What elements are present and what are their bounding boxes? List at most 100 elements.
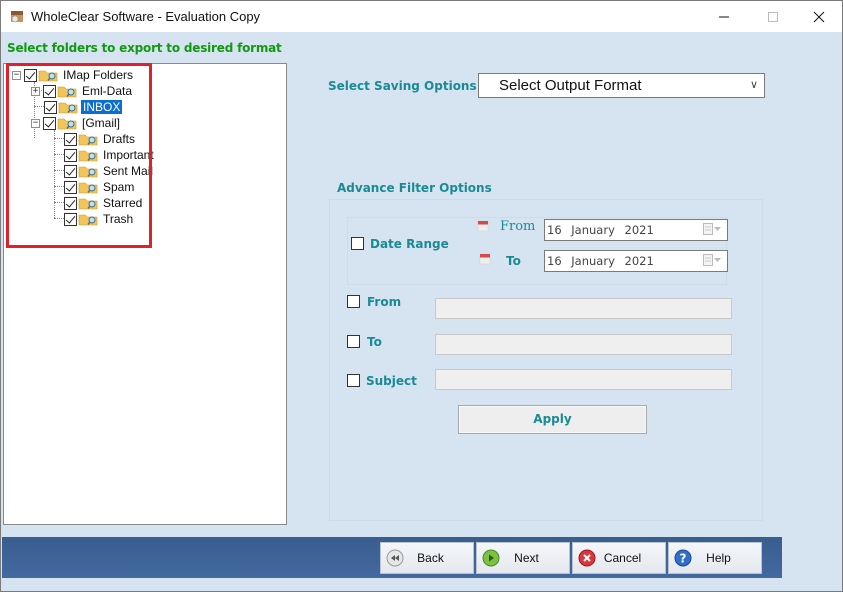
help-button[interactable]: ? Help [668, 542, 762, 574]
tree-connector [54, 130, 55, 218]
saving-options-label: Select Saving Options [328, 79, 477, 93]
tree-node-label: Starred [103, 196, 143, 210]
tree-node-important[interactable]: Important [64, 147, 156, 163]
tree-checkbox[interactable] [64, 148, 77, 162]
date-range-checkbox[interactable] [351, 237, 364, 250]
tree-checkbox[interactable] [24, 68, 37, 82]
window-title: WholeClear Software - Evaluation Copy [31, 9, 261, 24]
date-to-value: 16 January 2021 [547, 254, 654, 268]
next-button[interactable]: Next [476, 542, 570, 574]
minimize-button[interactable] [701, 1, 747, 32]
date-to-label: To [506, 254, 521, 268]
close-button[interactable] [796, 1, 842, 32]
help-question-icon: ? [674, 549, 692, 567]
calendar-dropdown-icon[interactable] [703, 254, 721, 266]
tree-node-sent-mail[interactable]: Sent Mail [64, 163, 155, 179]
chevron-down-icon: ∨ [749, 79, 758, 91]
cancel-label: Cancel [603, 551, 642, 565]
filter-options-title: Advance Filter Options [337, 181, 492, 195]
tree-checkbox[interactable] [64, 180, 77, 194]
tree-node-label: INBOX [81, 100, 123, 114]
to-filter-checkbox[interactable] [347, 335, 360, 348]
svg-text:?: ? [680, 552, 687, 566]
next-label: Next [514, 551, 539, 565]
tree-connector [54, 186, 64, 187]
back-arrow-icon [386, 549, 404, 567]
title-bar: WholeClear Software - Evaluation Copy [1, 1, 842, 32]
tree-node-starred[interactable]: Starred [64, 195, 144, 211]
tree-checkbox[interactable] [64, 212, 77, 226]
folder-search-icon [58, 102, 78, 114]
tree-node-imap-folders[interactable]: − IMap Folders [12, 67, 135, 83]
folder-search-icon [78, 198, 98, 210]
back-button[interactable]: Back [380, 542, 474, 574]
date-to-picker[interactable]: 16 January 2021 [544, 250, 728, 272]
app-logo-icon [11, 11, 23, 23]
tree-connector [54, 202, 64, 203]
tree-connector [54, 170, 64, 171]
output-format-select[interactable]: Select Output Format ∨ [478, 73, 765, 98]
expand-icon[interactable]: + [31, 86, 40, 96]
tree-node-label: Trash [103, 212, 134, 226]
minimize-icon [719, 16, 729, 17]
folder-tree[interactable]: − IMap Folders + Eml-Data INBOX − [Gmail… [3, 63, 287, 525]
collapse-icon[interactable]: − [12, 70, 21, 80]
calendar-icon [477, 220, 489, 232]
tree-node-label: Eml-Data [82, 84, 133, 98]
folder-search-icon [78, 150, 98, 162]
maximize-button[interactable] [750, 1, 796, 32]
folder-search-icon [78, 182, 98, 194]
maximize-icon [768, 11, 778, 22]
to-filter-label: To [367, 335, 382, 349]
folder-search-icon [57, 86, 77, 98]
tree-checkbox[interactable] [64, 164, 77, 178]
tree-node-inbox[interactable]: INBOX [44, 99, 123, 115]
close-icon [813, 11, 825, 22]
tree-node-label: Spam [103, 180, 135, 194]
folder-search-icon [38, 70, 58, 82]
tree-checkbox[interactable] [64, 132, 77, 146]
tree-checkbox[interactable] [44, 100, 57, 114]
tree-connector [54, 154, 64, 155]
date-from-value: 16 January 2021 [547, 223, 654, 237]
folder-search-icon [78, 134, 98, 146]
subject-filter-input[interactable] [435, 369, 732, 390]
tree-connector [54, 138, 64, 139]
tree-node-eml-data[interactable]: + Eml-Data [31, 83, 134, 99]
instruction-heading: Select folders to export to desired form… [7, 41, 282, 55]
subject-filter-checkbox[interactable] [347, 374, 360, 387]
tree-connector [54, 218, 64, 219]
tree-checkbox[interactable] [43, 116, 56, 130]
tree-node-label: Sent Mail [103, 164, 154, 178]
cancel-x-icon [578, 549, 596, 567]
tree-node-label: Important [103, 148, 154, 162]
calendar-icon [479, 253, 491, 265]
tree-node-spam[interactable]: Spam [64, 179, 136, 195]
folder-search-icon [78, 166, 98, 178]
date-range-label: Date Range [370, 237, 449, 251]
collapse-icon[interactable]: − [31, 118, 40, 128]
app-window: WholeClear Software - Evaluation Copy Se… [0, 0, 843, 592]
help-label: Help [706, 551, 731, 565]
folder-search-icon [57, 118, 77, 130]
calendar-dropdown-icon[interactable] [703, 223, 721, 235]
from-filter-checkbox[interactable] [347, 295, 360, 308]
tree-node-label: IMap Folders [63, 68, 134, 82]
to-filter-input[interactable] [435, 334, 732, 355]
from-filter-input[interactable] [435, 298, 732, 319]
cancel-button[interactable]: Cancel [572, 542, 666, 574]
tree-node-trash[interactable]: Trash [64, 211, 135, 227]
tree-checkbox[interactable] [43, 84, 56, 98]
apply-button[interactable]: Apply [458, 405, 647, 434]
from-filter-label: From [367, 295, 402, 309]
subject-filter-label: Subject [366, 374, 417, 388]
tree-checkbox[interactable] [64, 196, 77, 210]
date-from-picker[interactable]: 16 January 2021 [544, 219, 728, 241]
output-format-value: Select Output Format [499, 77, 642, 94]
folder-search-icon [78, 214, 98, 226]
next-arrow-icon [482, 549, 500, 567]
tree-node-drafts[interactable]: Drafts [64, 131, 137, 147]
tree-node-label: Drafts [103, 132, 136, 146]
date-from-label: From [500, 219, 536, 234]
tree-node-gmail[interactable]: − [Gmail] [31, 115, 122, 131]
